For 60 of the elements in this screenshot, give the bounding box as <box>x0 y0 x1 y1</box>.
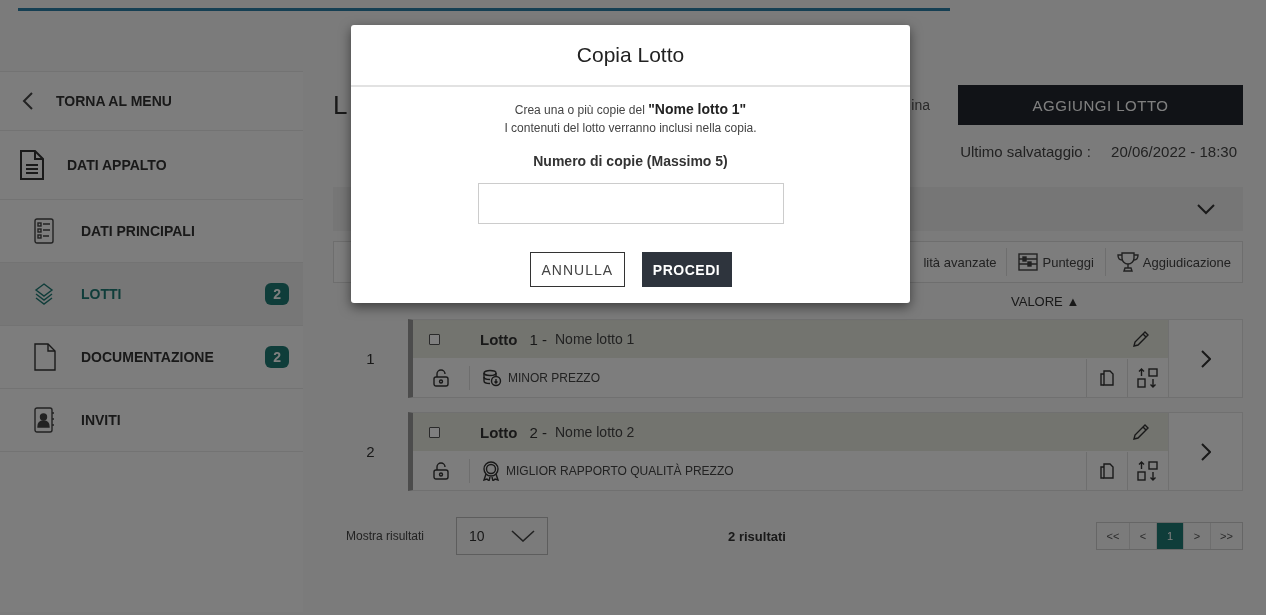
reorder-icon[interactable] <box>1137 367 1159 388</box>
lot-title: Lotto <box>480 330 518 348</box>
dialog-message: Crea una o più copie del "Nome lotto 1" <box>514 101 747 117</box>
lot-name: Nome lotto 1 <box>555 331 636 347</box>
last-save-time: 20/06/2022 - 18:30 <box>1111 143 1237 162</box>
dialog-title: Copia Lotto <box>576 43 685 67</box>
toolbar-tab[interactable]: lità avanzate <box>923 248 1007 276</box>
trophy-icon <box>1116 252 1139 272</box>
sidebar-item[interactable]: INVITI <box>0 389 303 452</box>
sidebar-item[interactable]: LOTTI 2 <box>0 263 303 326</box>
sidebar-item[interactable]: DOCUMENTAZIONE 2 <box>0 326 303 389</box>
reorder-icon[interactable] <box>1137 460 1159 481</box>
page-size-select[interactable]: 10 <box>456 517 549 555</box>
toolbar-tab[interactable]: Aggiudicazione <box>1104 248 1242 276</box>
column-header[interactable]: VALORE ▲ <box>1011 293 1080 309</box>
document-icon <box>34 343 56 371</box>
padlock-icon <box>433 461 449 480</box>
coins-icon <box>482 368 502 387</box>
chevron-down-icon <box>1197 203 1215 215</box>
back-link[interactable]: TORNA AL MENU <box>0 72 303 131</box>
row-number: 1 <box>365 349 376 369</box>
copies-input-field[interactable] <box>477 183 784 224</box>
lot-title: Lotto <box>480 423 518 441</box>
field-label: Numero di copie (Massimo 5) <box>533 153 728 169</box>
list-icon <box>34 218 54 244</box>
count-badge: 2 <box>265 346 289 368</box>
last-save-label: Ultimo salvataggio : <box>960 143 1092 162</box>
pencil-icon[interactable] <box>1132 330 1150 348</box>
page-title: L <box>333 89 348 121</box>
copy-icon[interactable] <box>1100 369 1114 386</box>
row-number: 2 <box>365 442 376 462</box>
lot-index: 2 - <box>529 423 547 441</box>
count-badge: 2 <box>265 283 289 305</box>
award-criterion: MIGLIOR RAPPORTO QUALITÀ PREZZO <box>506 463 734 478</box>
copy-icon[interactable] <box>1100 462 1114 479</box>
page-button[interactable]: 1 <box>1156 523 1183 549</box>
lot-name: Nome lotto 2 <box>555 424 636 440</box>
sidebar-section[interactable]: DATI APPALTO <box>0 131 303 200</box>
stack-icon <box>34 282 54 306</box>
page-note: ina <box>911 97 930 113</box>
toolbar-tab[interactable]: Punteggi <box>1006 248 1105 276</box>
contact-book-icon <box>34 407 54 433</box>
chevron-down-icon <box>511 530 536 542</box>
dialog-note: I contenuti del lotto verranno inclusi nella copia. <box>504 121 757 135</box>
chevron-right-icon[interactable] <box>1200 349 1211 368</box>
lot-index: 1 - <box>529 330 547 348</box>
award-criterion: MINOR PREZZO <box>508 370 600 385</box>
pencil-icon[interactable] <box>1132 423 1150 441</box>
award-medal-icon <box>482 460 500 481</box>
results-label: Mostra risultati <box>346 529 425 543</box>
chevron-right-icon[interactable] <box>1200 442 1211 461</box>
abacus-icon <box>1018 253 1039 271</box>
checkbox[interactable] <box>429 426 440 438</box>
add-lot-button[interactable]: AGGIUNGI LOTTO <box>958 85 1243 125</box>
cancel-button[interactable]: ANNULLA <box>529 252 625 287</box>
checkbox[interactable] <box>429 333 440 345</box>
padlock-icon <box>433 368 449 387</box>
results-count: 2 risultati <box>728 528 786 544</box>
document-icon <box>20 150 44 180</box>
proceed-button[interactable]: PROCEDI <box>641 252 732 287</box>
